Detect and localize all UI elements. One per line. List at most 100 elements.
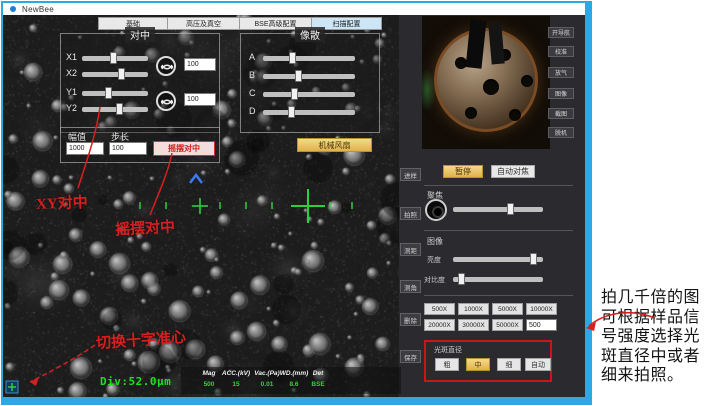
slider-y1[interactable]	[82, 91, 148, 96]
spot-size-highlight-box: 光斑直径 粗 中 细 自动	[424, 340, 552, 382]
status-header-wd: WD.(mm)	[280, 370, 309, 377]
wobble-centering-button[interactable]: 摇摆对中	[153, 141, 215, 156]
chamber-camera-view	[422, 16, 550, 149]
side-note: 拍几千倍的图 可根据样品信 号强度选择光 斑直径中或者 细来拍照。	[601, 288, 719, 386]
mechanical-fan-button[interactable]: 机械风扇	[297, 138, 372, 152]
slider-x2-thumb[interactable]	[118, 68, 125, 80]
toolbar-photo-button[interactable]: 拍照	[400, 207, 421, 220]
mag-30000x-button[interactable]: 30000X	[458, 319, 489, 331]
spot-medium-button[interactable]: 中	[466, 358, 490, 371]
side-note-line: 斑直径中或者	[601, 347, 719, 367]
mag-20000x-button[interactable]: 20000X	[424, 319, 455, 331]
spot-auto-button[interactable]: 自动	[525, 358, 551, 371]
contrast-label: 对比度	[424, 275, 445, 285]
side-note-line: 拍几千倍的图	[601, 288, 719, 308]
status-value-mag: 500	[204, 381, 215, 388]
side-note-line: 号强度选择光	[601, 327, 719, 347]
mag-5000x-button[interactable]: 5000X	[492, 303, 523, 315]
crosshair-center-icon[interactable]	[5, 379, 19, 395]
app-icon	[10, 6, 16, 12]
stigmator-panel-title: 像散	[295, 27, 325, 42]
slider-stig-c-thumb[interactable]	[291, 88, 298, 100]
focus-slider[interactable]	[453, 207, 543, 212]
slider-stig-d[interactable]	[263, 110, 355, 115]
status-value-wd: 8.6	[289, 381, 298, 388]
contrast-slider[interactable]	[453, 277, 543, 282]
division-readout: Div:52.0μm	[100, 375, 171, 388]
spot-size-label: 光斑直径	[434, 345, 462, 355]
spot-fine-button[interactable]: 细	[497, 358, 521, 371]
app-window: NewBee 基础 高压及真空 BSE高级配置 扫描配置 对中 X1 X2 Y1…	[1, 1, 592, 405]
slider-stig-d-thumb[interactable]	[288, 106, 295, 118]
y-swap-icon[interactable]	[156, 91, 176, 111]
slider-stig-b[interactable]	[263, 74, 355, 79]
slider-label-x2: X2	[66, 68, 77, 78]
toolbar-delete-button[interactable]: 删除	[400, 313, 421, 326]
status-header-mag: Mag	[203, 370, 216, 377]
contrast-slider-thumb[interactable]	[458, 273, 465, 285]
slider-x1-thumb[interactable]	[110, 52, 117, 64]
x-swap-icon[interactable]	[156, 56, 176, 76]
slider-stig-a-thumb[interactable]	[289, 52, 296, 64]
brightness-slider-thumb[interactable]	[530, 253, 537, 265]
slider-label-d: D	[249, 106, 256, 116]
slider-stig-b-thumb[interactable]	[295, 70, 302, 82]
autofocus-button[interactable]: 自动对焦	[491, 165, 535, 178]
slider-x2[interactable]	[82, 72, 148, 77]
slider-label-x1: X1	[66, 52, 77, 62]
pause-button[interactable]: 暂停	[443, 165, 483, 178]
main-content: 基础 高压及真空 BSE高级配置 扫描配置 对中 X1 X2 Y1 Y2	[3, 15, 585, 397]
annotation-xy-centering: XY对中	[36, 191, 88, 214]
amplitude-panel: 幅值 步长 摇摆对中	[60, 127, 220, 163]
mag-1000x-button[interactable]: 1000X	[458, 303, 489, 315]
slider-x1[interactable]	[82, 56, 148, 61]
status-value-det: BSE	[311, 381, 324, 388]
toolbar-save-button[interactable]: 保存	[400, 350, 421, 363]
title-bar[interactable]: NewBee	[3, 3, 585, 15]
side-image-button[interactable]: 图像	[548, 88, 574, 99]
slider-stig-c[interactable]	[263, 92, 355, 97]
slider-label-a: A	[249, 52, 255, 62]
slider-y2-thumb[interactable]	[116, 103, 123, 115]
centering-panel-title: 对中	[125, 27, 155, 42]
status-value-vac: 0.01	[261, 381, 274, 388]
slider-label-c: C	[249, 88, 256, 98]
x-value-input[interactable]	[184, 58, 216, 71]
amplitude-input[interactable]	[66, 142, 104, 155]
status-header-acc: ACC.(kV)	[222, 370, 250, 377]
focus-slider-thumb[interactable]	[507, 203, 514, 215]
toolbar-load-sample-button[interactable]: 进样	[400, 168, 421, 181]
slider-label-y1: Y1	[66, 87, 77, 97]
status-band: Mag ACC.(kV) Vac.(Pa) WD.(mm) Det 500 15…	[181, 367, 401, 394]
stigmator-panel: 像散 A B C D	[240, 33, 380, 133]
status-header-det: Det	[313, 370, 323, 377]
toolbar-measure-angle-button[interactable]: 测角	[400, 280, 421, 293]
brightness-label: 亮度	[427, 255, 441, 265]
spot-coarse-button[interactable]: 粗	[435, 358, 459, 371]
side-offline-button[interactable]: 脱机	[548, 127, 574, 138]
side-note-line: 细来拍照。	[601, 366, 719, 386]
slider-label-y2: Y2	[66, 103, 77, 113]
tab-hv-vacuum[interactable]: 高压及真空	[168, 17, 240, 30]
side-vent-button[interactable]: 放气	[548, 67, 574, 78]
side-note-line: 可根据样品信	[601, 308, 719, 328]
side-calibrate-button[interactable]: 校准	[548, 46, 574, 57]
image-section-label: 图像	[427, 236, 443, 247]
step-input[interactable]	[109, 142, 147, 155]
centering-panel: 对中 X1 X2 Y1 Y2	[60, 33, 220, 133]
magnification-input[interactable]	[526, 319, 557, 331]
side-open-nav-button[interactable]: 开导航	[548, 27, 574, 38]
side-screenshot-button[interactable]: 截图	[548, 108, 574, 119]
window-title: NewBee	[22, 5, 54, 14]
slider-y1-thumb[interactable]	[105, 87, 112, 99]
slider-y2[interactable]	[82, 107, 148, 112]
toolbar-measure-distance-button[interactable]: 测距	[400, 243, 421, 256]
screenshot-root: NewBee 基础 高压及真空 BSE高级配置 扫描配置 对中 X1 X2 Y1…	[0, 0, 720, 406]
slider-stig-a[interactable]	[263, 56, 355, 61]
focus-knob[interactable]	[425, 199, 447, 221]
mag-50000x-button[interactable]: 50000X	[492, 319, 523, 331]
mag-500x-button[interactable]: 500X	[424, 303, 455, 315]
mag-10000x-button[interactable]: 10000X	[526, 303, 557, 315]
brightness-slider[interactable]	[453, 257, 543, 262]
y-value-input[interactable]	[184, 93, 216, 106]
